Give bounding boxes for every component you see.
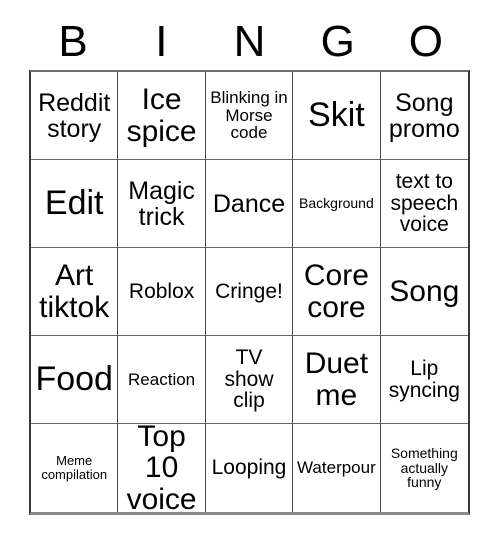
- bingo-cell[interactable]: Waterpour: [293, 424, 381, 512]
- bingo-cell-label: Ice spice: [126, 83, 197, 148]
- bingo-cell-label: Top 10 voice: [126, 424, 197, 512]
- bingo-cell[interactable]: Blinking in Morse code: [205, 72, 294, 160]
- bingo-cell-label: Something actually funny: [390, 445, 458, 491]
- bingo-cell-label: Song: [389, 274, 460, 308]
- bingo-cell-label: Art tiktok: [39, 259, 110, 324]
- bingo-cell[interactable]: Core core: [293, 248, 381, 336]
- bingo-cell[interactable]: Reaction: [118, 336, 206, 424]
- bingo-grid: Reddit story Ice spice Blinking in Morse…: [29, 70, 470, 515]
- bingo-cell-label: Background: [299, 195, 374, 212]
- header-letter-g: G: [320, 17, 355, 66]
- bingo-cell[interactable]: Looping: [205, 424, 294, 512]
- header-letter-n: N: [233, 17, 266, 66]
- bingo-cell[interactable]: Meme compilation: [31, 424, 119, 512]
- bingo-cell-label: Lip syncing: [388, 356, 460, 402]
- bingo-cell[interactable]: text to speech voice: [380, 160, 468, 248]
- bingo-cell[interactable]: Something actually funny: [380, 424, 468, 512]
- bingo-header: B I N G O: [29, 14, 470, 70]
- header-letter-o: O: [408, 17, 444, 66]
- bingo-cell[interactable]: Song: [380, 248, 468, 336]
- bingo-cell-label: Skit: [308, 95, 365, 134]
- bingo-cell[interactable]: Food: [31, 336, 119, 424]
- bingo-cell[interactable]: Lip syncing: [380, 336, 468, 424]
- bingo-cell-label: text to speech voice: [390, 169, 459, 237]
- bingo-cell-label: Waterpour: [297, 458, 376, 478]
- bingo-cell-label: Looping: [211, 456, 287, 480]
- bingo-cell[interactable]: Art tiktok: [31, 248, 119, 336]
- bingo-cell-label: Dance: [212, 189, 286, 218]
- bingo-cell-label: Cringe!: [215, 279, 283, 303]
- bingo-cell[interactable]: TV show clip: [205, 336, 294, 424]
- bingo-cell[interactable]: Song promo: [380, 72, 468, 160]
- bingo-cell-label: Reaction: [128, 369, 196, 389]
- bingo-card: B I N G O Reddit story Ice spice Blinkin…: [0, 0, 500, 544]
- bingo-cell[interactable]: Reddit story: [31, 72, 119, 160]
- bingo-cell-label: Blinking in Morse code: [210, 87, 288, 143]
- header-letter-i: I: [155, 17, 168, 66]
- bingo-cell[interactable]: Skit: [293, 72, 381, 160]
- bingo-cell[interactable]: Duet me: [293, 336, 381, 424]
- bingo-cell-label: Core core: [303, 259, 369, 324]
- bingo-cell[interactable]: Dance: [205, 160, 294, 248]
- bingo-cell-label: Edit: [44, 183, 104, 222]
- bingo-cell[interactable]: Background: [293, 160, 381, 248]
- bingo-cell-label: Magic trick: [128, 176, 195, 231]
- bingo-cell[interactable]: Top 10 voice: [118, 424, 206, 512]
- bingo-cell-label: Meme compilation: [41, 453, 108, 482]
- bingo-cell-label: Duet me: [304, 347, 369, 412]
- header-letter-b: B: [58, 17, 88, 66]
- bingo-cell[interactable]: Roblox: [118, 248, 206, 336]
- bingo-cell-label: Roblox: [128, 279, 195, 303]
- bingo-cell[interactable]: Cringe!: [205, 248, 294, 336]
- bingo-cell[interactable]: Edit: [31, 160, 119, 248]
- bingo-cell-label: Reddit story: [38, 88, 111, 143]
- bingo-cell-label: TV show clip: [224, 345, 274, 413]
- bingo-cell-label: Song promo: [388, 88, 460, 143]
- bingo-cell-label: Food: [35, 359, 113, 398]
- bingo-cell[interactable]: Ice spice: [118, 72, 206, 160]
- bingo-cell[interactable]: Magic trick: [118, 160, 206, 248]
